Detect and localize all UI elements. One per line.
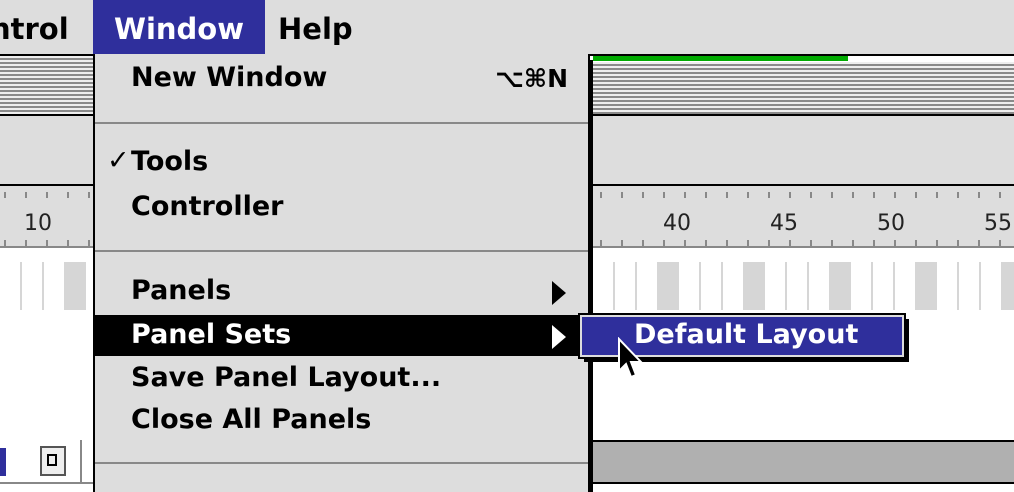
menu-item-panels[interactable]: Panels [95,271,588,312]
divider [593,482,1014,484]
menu-item-controller[interactable]: Controller [95,187,588,228]
menu-item-label: Panel Sets [131,319,292,350]
ruler-label: 55 [984,211,1012,236]
menu-help[interactable]: Help [278,0,353,54]
divider [0,482,93,484]
triangle-right-icon [552,325,566,349]
ruler-label: 10 [24,211,52,236]
toolbar-right [593,116,1014,184]
status-indicator [0,448,6,476]
toolbar-left [0,116,93,184]
menu-item-label: Panels [131,275,232,306]
menu-item-new-window[interactable]: New Window ⌥⌘N [95,58,588,99]
progress-indicator [593,56,848,61]
checkmark-icon: ✓ [107,145,130,176]
scrollbar-track[interactable] [593,442,1014,482]
triangle-right-icon [552,281,566,305]
menu-separator [95,250,588,252]
divider [80,440,82,482]
menu-control[interactable]: ntrol [0,0,92,54]
menu-item-label: Close All Panels [131,404,372,435]
ruler-ticks [4,192,93,198]
divider [593,440,1014,442]
submenu-item-label: Default Layout [634,319,859,350]
frame-icon [47,454,57,466]
ruler-label: 40 [663,211,691,236]
menu-item-label: Save Panel Layout... [131,362,442,393]
menu-separator [95,462,588,464]
divider [593,246,1014,248]
dropdown-shadow [590,60,593,492]
ruler-label: 50 [877,211,905,236]
menu-separator [95,122,588,124]
divider [0,246,93,248]
menu-item-label: Tools [131,146,209,177]
menu-item-panel-sets[interactable]: Panel Sets [95,315,588,356]
menu-window[interactable]: Window [93,0,265,54]
ruler-ticks [600,192,1014,198]
fit-window-button[interactable] [40,446,66,476]
menu-item-save-panel-layout[interactable]: Save Panel Layout... [95,358,588,399]
frame-strip-right[interactable] [593,262,1014,310]
ruler-label: 45 [770,211,798,236]
arrow-pointer-icon [618,337,644,379]
title-stripes-left [0,56,93,114]
title-stripes-right [593,62,1014,114]
menu-bar: ntrol Window Help [0,0,1014,56]
menu-item-label: Controller [131,191,284,222]
menu-item-close-all-panels[interactable]: Close All Panels [95,400,588,441]
submenu-shadow [906,319,909,362]
frame-strip-left[interactable] [0,262,93,310]
shortcut-label: ⌥⌘N [495,64,568,93]
menu-item-label: New Window [131,62,328,93]
window-menu-dropdown: New Window ⌥⌘N ✓ Tools Controller Panels… [93,54,590,492]
menu-item-tools[interactable]: ✓ Tools [95,142,588,183]
